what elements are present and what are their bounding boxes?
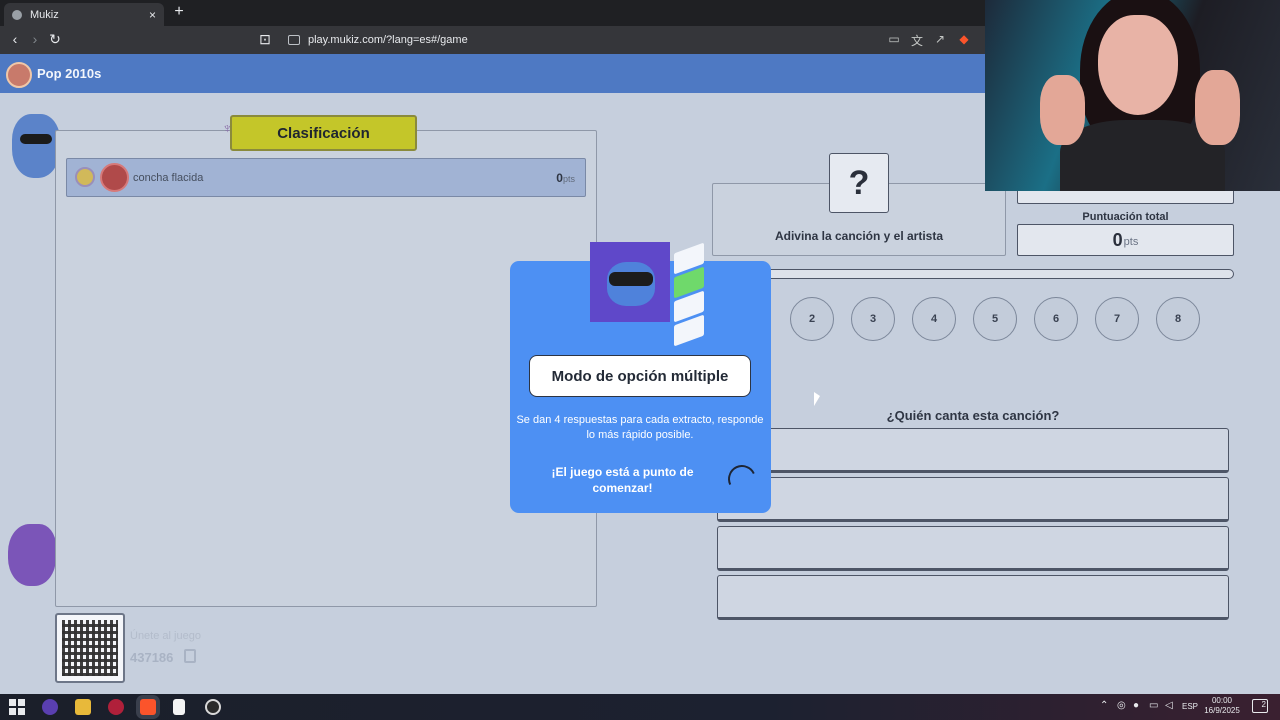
browser-tab[interactable]: Mukiz × <box>4 3 164 26</box>
start-menu-icon[interactable] <box>9 699 25 715</box>
app-icon[interactable] <box>42 699 58 715</box>
join-label: Únete al juego <box>130 630 201 642</box>
system-clock[interactable]: 00:00 16/9/2025 <box>1200 696 1244 716</box>
total-score-unit: pts <box>1123 236 1139 248</box>
join-qr-code <box>55 613 125 683</box>
leaderboard-row: concha flacida 0pts <box>66 158 586 197</box>
site-info-icon[interactable] <box>288 35 300 45</box>
tab-title: Mukiz <box>30 8 59 21</box>
question-label: ¿Quién canta esta canción? <box>886 408 1060 423</box>
back-icon[interactable]: ‹ <box>6 31 24 47</box>
brave-browser-icon[interactable] <box>140 699 156 715</box>
medal-icon <box>75 167 95 187</box>
multiple-choice-icon <box>674 240 706 347</box>
mascot-icon <box>585 234 675 334</box>
microphone-icon[interactable]: ● <box>1133 700 1139 711</box>
webcam-overlay <box>985 0 1280 191</box>
total-score-value: 0 <box>1112 229 1123 250</box>
total-score-label: Puntuación total <box>1082 211 1169 223</box>
round-indicator: 8 <box>1156 297 1200 341</box>
avatar <box>100 163 129 192</box>
category-title: Pop 2010s <box>37 66 102 81</box>
notifications-icon[interactable]: 2 <box>1252 699 1268 713</box>
translate-icon[interactable]: 文 <box>909 32 925 49</box>
round-indicator: 5 <box>973 297 1017 341</box>
mouse-cursor-icon <box>814 392 820 406</box>
category-logo-icon <box>6 62 32 88</box>
round-indicator: 2 <box>790 297 834 341</box>
network-icon[interactable]: ▭ <box>1149 700 1158 711</box>
round-indicator: 4 <box>912 297 956 341</box>
brave-shield-icon[interactable]: ◆ <box>956 32 972 46</box>
tray-app-icon[interactable]: ◎ <box>1117 700 1126 711</box>
answer-option-2[interactable] <box>717 477 1229 522</box>
language-indicator[interactable]: ESP <box>1182 702 1198 711</box>
round-indicator: 6 <box>1034 297 1078 341</box>
modal-title: Modo de opción múltiple <box>529 355 751 397</box>
player-score: 0pts <box>556 171 575 185</box>
answer-option-1[interactable] <box>717 428 1229 473</box>
answer-option-3[interactable] <box>717 526 1229 571</box>
mascot-purple-icon <box>8 524 56 586</box>
join-code: 437186 <box>130 650 174 665</box>
round-indicator: 3 <box>851 297 895 341</box>
notepad-icon[interactable] <box>173 699 185 715</box>
volume-icon[interactable]: ◁ <box>1165 700 1173 711</box>
song-progress-bar <box>712 269 1234 279</box>
reload-icon[interactable]: ↻ <box>46 31 64 48</box>
file-explorer-icon[interactable] <box>75 699 91 715</box>
cast-icon[interactable]: ▭ <box>886 32 902 46</box>
game-starting-label: ¡El juego está a punto de comenzar! <box>551 465 694 495</box>
windows-taskbar: ⌃ ◎ ● ▭ ◁ ESP 00:00 16/9/2025 2 <box>0 694 1280 720</box>
bookmark-icon[interactable]: ⊡ <box>256 31 274 48</box>
opera-icon[interactable] <box>108 699 124 715</box>
mystery-song-card: ? <box>829 153 889 213</box>
share-icon[interactable]: ↗ <box>932 32 948 46</box>
song-prompt-label: Adivina la canción y el artista <box>774 229 944 243</box>
obs-icon[interactable] <box>205 699 221 715</box>
copy-icon[interactable] <box>184 649 196 663</box>
round-indicator: 7 <box>1095 297 1139 341</box>
modal-description: Se dan 4 respuestas para cada extracto, … <box>516 414 764 441</box>
favicon-icon <box>12 9 22 20</box>
url-text: play.mukiz.com/?lang=es#/game <box>308 34 468 46</box>
forward-icon[interactable]: › <box>26 31 44 47</box>
mascot-blue-icon <box>12 114 60 178</box>
close-tab-icon[interactable]: × <box>149 8 156 22</box>
answer-option-4[interactable] <box>717 575 1229 620</box>
player-name: concha flacida <box>133 172 204 184</box>
tray-chevron-icon[interactable]: ⌃ <box>1100 700 1108 711</box>
new-tab-button[interactable]: + <box>170 3 188 21</box>
address-bar[interactable]: play.mukiz.com/?lang=es#/game <box>280 29 980 51</box>
leaderboard-title: Clasificación <box>230 115 417 151</box>
total-score-box: 0 pts <box>1017 224 1234 256</box>
